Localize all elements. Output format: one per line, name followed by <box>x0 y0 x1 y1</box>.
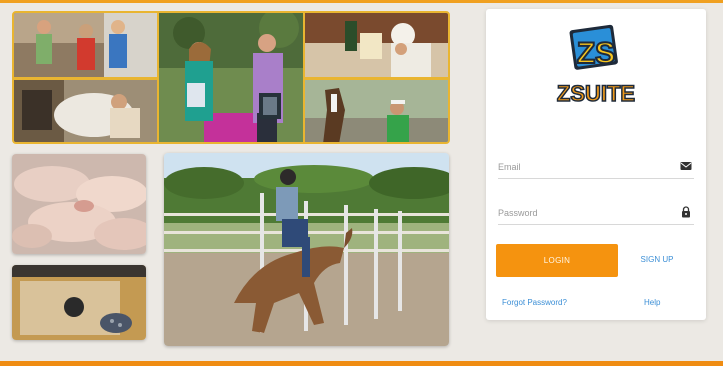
kids-photo <box>14 13 157 77</box>
login-panel: ZS ZSUITE LOGIN SIGN UP Forgot Password?… <box>486 9 706 320</box>
top-accent-bar <box>0 0 723 3</box>
piglets-photo <box>12 154 146 254</box>
lock-icon <box>682 206 690 218</box>
help-link[interactable]: Help <box>644 298 660 307</box>
email-input[interactable] <box>498 157 668 177</box>
bottom-accent-bar <box>0 361 723 366</box>
logo-mark: ZS <box>577 37 615 70</box>
award-winners-photo <box>159 13 303 142</box>
horse-and-child-photo <box>305 80 448 142</box>
chef-photo <box>305 13 448 77</box>
envelope-icon <box>680 162 692 170</box>
farm-worker-photo <box>14 80 157 142</box>
email-field[interactable] <box>498 155 694 179</box>
forgot-password-link[interactable]: Forgot Password? <box>502 298 567 307</box>
target-practice-photo <box>12 265 146 340</box>
password-field[interactable] <box>498 201 694 225</box>
photo-collage <box>12 11 450 144</box>
logo-text: ZSUITE <box>557 81 635 106</box>
signup-link[interactable]: SIGN UP <box>632 255 682 264</box>
password-input[interactable] <box>498 203 668 223</box>
barrel-racing-photo <box>164 153 449 346</box>
login-button[interactable]: LOGIN <box>496 244 618 277</box>
zsuite-logo: ZS ZSUITE <box>548 21 644 111</box>
